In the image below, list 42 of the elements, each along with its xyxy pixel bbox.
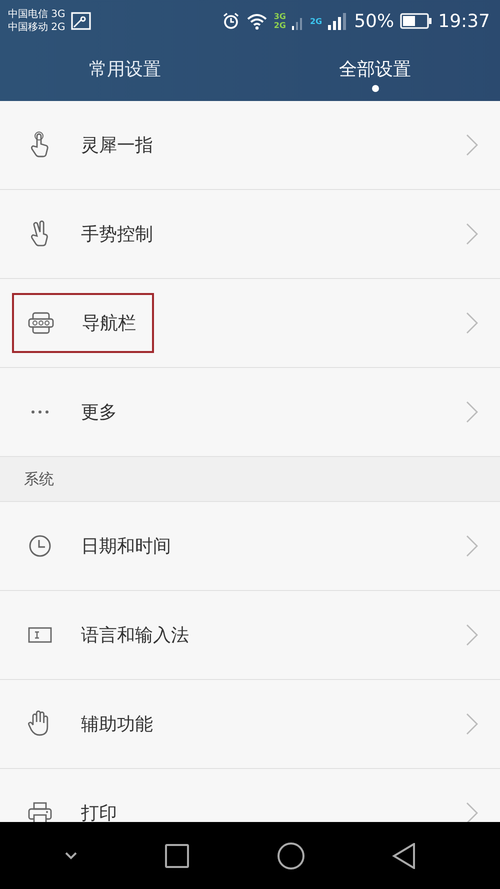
settings-row[interactable]: 灵犀一指	[0, 101, 500, 190]
row-label: 更多	[81, 401, 117, 424]
chevron-right-icon	[466, 134, 478, 156]
section-header: 系统	[0, 457, 500, 502]
chevron-right-icon	[466, 802, 478, 822]
signal-icon	[328, 11, 348, 31]
image-icon	[71, 12, 92, 30]
carrier-label: 中国电信 3G	[8, 8, 66, 21]
settings-row[interactable]: 导航栏	[0, 279, 500, 368]
chevron-right-icon	[466, 624, 478, 646]
chevron-right-icon	[466, 223, 478, 245]
row-label: 手势控制	[81, 223, 153, 246]
chevron-right-icon	[466, 713, 478, 735]
alarm-icon	[222, 12, 240, 30]
row-label: 导航栏	[82, 312, 136, 335]
battery-icon	[400, 13, 432, 29]
carrier-label: 中国移动 2G	[8, 21, 66, 34]
settings-row[interactable]: 辅助功能	[0, 680, 500, 769]
battery-percentage: 50%	[354, 10, 394, 32]
row-label: 灵犀一指	[81, 134, 153, 157]
network-label: 3G	[274, 12, 286, 21]
clock-time: 19:37	[438, 10, 490, 32]
chevron-right-icon	[466, 535, 478, 557]
navigation-bar-icon	[26, 311, 56, 335]
tab[interactable]: 常用设置	[0, 38, 250, 100]
chevron-right-icon	[466, 312, 478, 334]
row-label: 辅助功能	[81, 713, 153, 736]
network-label: 2G	[274, 21, 286, 30]
chevron-right-icon	[466, 401, 478, 423]
back-button[interactable]	[392, 842, 416, 868]
network-label: 2G	[310, 16, 322, 26]
tab[interactable]: 全部设置	[250, 38, 500, 100]
settings-row[interactable]: 手势控制	[0, 190, 500, 279]
settings-row[interactable]: 日期和时间	[0, 502, 500, 591]
settings-row[interactable]: 语言和输入法	[0, 591, 500, 680]
row-label: 语言和输入法	[81, 624, 189, 647]
wifi-icon	[246, 12, 268, 30]
chevron-down-icon[interactable]	[64, 850, 78, 860]
home-button[interactable]	[276, 842, 305, 870]
row-label: 日期和时间	[81, 535, 171, 558]
recent-apps-button[interactable]	[165, 844, 190, 868]
row-label: 打印	[81, 802, 117, 822]
